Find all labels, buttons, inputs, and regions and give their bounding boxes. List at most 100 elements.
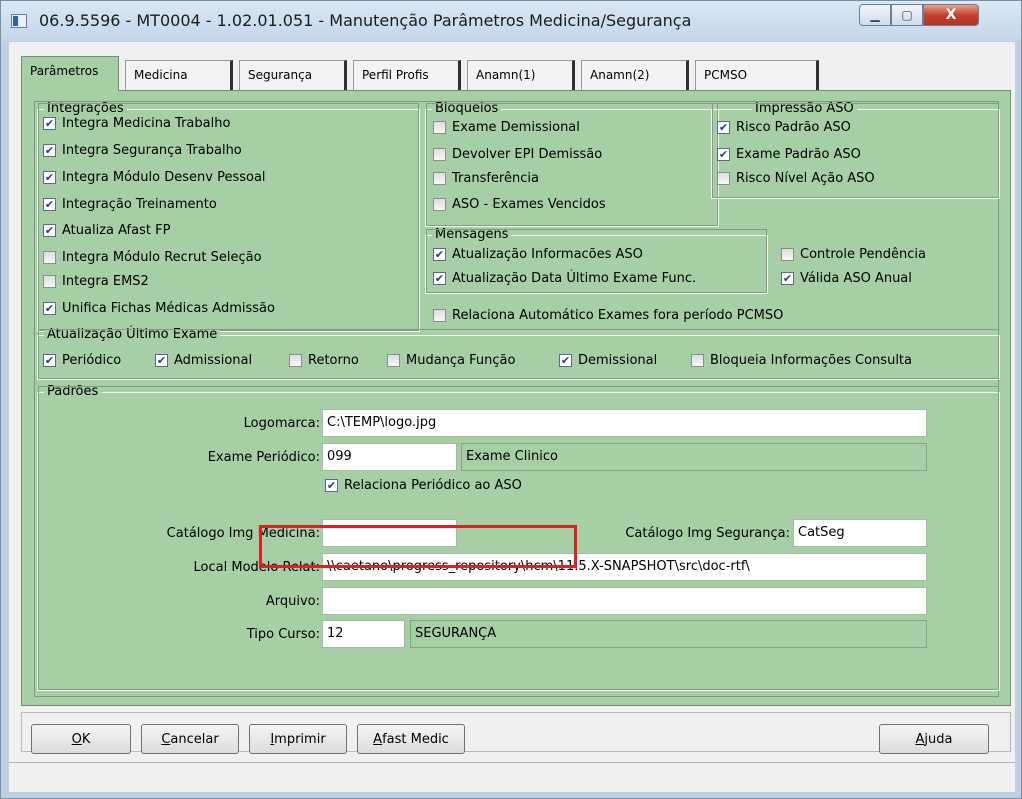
app-icon [11, 14, 27, 28]
tab-pcmso[interactable]: PCMSO [695, 60, 819, 90]
tab-seguranca[interactable]: Segurança [239, 60, 347, 90]
exame-periodico-code-input[interactable]: 099 [322, 443, 457, 471]
chk-integra-medicina[interactable]: ✔ Integra Medicina Trabalho [43, 116, 230, 131]
close-button[interactable]: X [923, 4, 979, 26]
afast-access-key: A [373, 731, 383, 747]
mensagens-title: Mensagens [432, 228, 512, 242]
tab-medicina[interactable]: Medicina [125, 60, 233, 90]
checkbox-icon [433, 172, 446, 185]
chk-integra-ems2[interactable]: Integra EMS2 [43, 274, 149, 289]
chk-bloqueia-informacoes-consulta[interactable]: Bloqueia Informações Consulta [691, 353, 912, 368]
checkbox-label: Bloqueia Informações Consulta [710, 353, 912, 368]
ajuda-label-rest: juda [924, 731, 953, 747]
checkbox-label: Unifica Fichas Médicas Admissão [62, 301, 275, 316]
checkbox-label: Atualização Data Último Exame Func. [452, 271, 697, 286]
window-controls: ▁ ▢ X [859, 4, 979, 26]
chk-relaciona-automatico[interactable]: Relaciona Automático Exames fora período… [433, 308, 783, 323]
chk-exame-demissional[interactable]: Exame Demissional [433, 120, 580, 135]
exame-periodico-description: Exame Clinico [461, 443, 927, 471]
window-title: 06.9.5596 - MT0004 - 1.02.01.051 - Manut… [39, 11, 692, 30]
impressao-aso-title: Impressão ASO [752, 102, 857, 116]
checkbox-icon: ✔ [43, 354, 56, 367]
checkbox-label: Válida ASO Anual [800, 271, 912, 286]
integracoes-group: Integrações [37, 102, 420, 332]
chk-atualiza-afast-fp[interactable]: ✔ Atualiza Afast FP [43, 223, 170, 238]
highlight-box [259, 525, 577, 568]
checkbox-label: Admissional [174, 353, 253, 368]
chk-transferencia[interactable]: Transferência [433, 171, 539, 186]
chk-integracao-treinamento[interactable]: ✔ Integração Treinamento [43, 197, 217, 212]
chk-retorno[interactable]: Retorno [289, 353, 359, 368]
panel-frame: Integrações ✔ Integra Medicina Trabalho ✔… [34, 101, 1000, 697]
chk-integra-recrut-selecao[interactable]: Integra Módulo Recrut Seleção [43, 250, 262, 265]
tab-parametros[interactable]: Parâmetros [21, 56, 119, 91]
maximize-button[interactable]: ▢ [891, 4, 923, 26]
checkbox-label: Exame Padrão ASO [736, 147, 861, 162]
cancelar-button[interactable]: Cancelar [141, 724, 239, 754]
chk-periodico[interactable]: ✔ Periódico [43, 353, 121, 368]
tipo-curso-code-input[interactable]: 12 [322, 620, 405, 648]
chk-demissional[interactable]: ✔ Demissional [559, 353, 657, 368]
checkbox-icon [433, 309, 446, 322]
tab-perfil-profis[interactable]: Perfil Profis [353, 60, 461, 90]
chk-devolver-epi[interactable]: Devolver EPI Demissão [433, 147, 602, 162]
chk-admissional[interactable]: ✔ Admissional [155, 353, 252, 368]
checkbox-label: Periódico [62, 353, 122, 368]
checkbox-icon [43, 251, 56, 264]
chk-relaciona-periodico-aso[interactable]: ✔ Relaciona Periódico ao ASO [325, 478, 522, 493]
chk-risco-nivel-acao-aso[interactable]: Risco Nível Ação ASO [717, 171, 875, 186]
afast-medic-button[interactable]: Afast Medic [357, 724, 465, 754]
checkbox-label: Relaciona Periódico ao ASO [344, 478, 522, 493]
exame-periodico-label: Exame Periódico: [207, 450, 320, 465]
tab-anamn-1[interactable]: Anamn(1) [467, 60, 575, 90]
checkbox-icon: ✔ [43, 224, 56, 237]
chk-exame-padrao-aso[interactable]: ✔ Exame Padrão ASO [717, 147, 861, 162]
checkbox-icon [387, 354, 400, 367]
arquivo-input[interactable] [322, 587, 927, 615]
client-area: Parâmetros Medicina Segurança Perfil Pro… [9, 42, 1015, 792]
chk-aso-exames-vencidos[interactable]: ASO - Exames Vencidos [433, 197, 606, 212]
checkbox-icon: ✔ [43, 144, 56, 157]
afast-label-rest: fast Medic [382, 731, 449, 747]
checkbox-icon [433, 148, 446, 161]
chk-valida-aso-anual[interactable]: ✔ Válida ASO Anual [781, 271, 912, 286]
checkbox-label: Risco Padrão ASO [736, 120, 851, 135]
checkbox-label: Integra Módulo Desenv Pessoal [62, 170, 266, 185]
checkbox-icon [289, 354, 302, 367]
chk-atualizacao-informacoes-aso[interactable]: ✔ Atualização Informacões ASO [433, 247, 643, 262]
tipo-curso-description: SEGURANÇA [410, 620, 927, 648]
application-window: 06.9.5596 - MT0004 - 1.02.01.051 - Manut… [0, 0, 1022, 799]
chk-unifica-fichas[interactable]: ✔ Unifica Fichas Médicas Admissão [43, 301, 275, 316]
ok-button[interactable]: OK [31, 724, 131, 754]
checkbox-icon: ✔ [155, 354, 168, 367]
ok-label-rest: K [81, 731, 91, 747]
checkbox-label: Atualização Informacões ASO [452, 247, 643, 262]
checkbox-label: Integra Medicina Trabalho [62, 116, 231, 131]
logomarca-input[interactable]: C:\TEMP\logo.jpg [322, 409, 927, 437]
imprimir-button[interactable]: Imprimir [249, 724, 347, 754]
parametros-panel: Integrações ✔ Integra Medicina Trabalho ✔… [21, 90, 1011, 706]
checkbox-icon [717, 172, 730, 185]
tab-anamn-2[interactable]: Anamn(2) [581, 60, 689, 90]
integracoes-title: Integrações [44, 102, 127, 116]
chk-integra-desenv-pessoal[interactable]: ✔ Integra Módulo Desenv Pessoal [43, 170, 266, 185]
checkbox-label: ASO - Exames Vencidos [452, 197, 606, 212]
chk-risco-padrao-aso[interactable]: ✔ Risco Padrão ASO [717, 120, 851, 135]
checkbox-icon [691, 354, 704, 367]
checkbox-label: Integra Módulo Recrut Seleção [62, 250, 262, 265]
ajuda-button[interactable]: Ajuda [879, 724, 989, 754]
checkbox-label: Integra Segurança Trabalho [62, 143, 242, 158]
cancelar-label-rest: ancelar [170, 731, 219, 747]
checkbox-icon [781, 248, 794, 261]
checkbox-label: Retorno [308, 353, 359, 368]
checkbox-label: Demissional [578, 353, 658, 368]
minimize-button[interactable]: ▁ [859, 4, 891, 26]
chk-controle-pendencia[interactable]: Controle Pendência [781, 247, 926, 262]
bloqueios-title: Bloqueios [432, 102, 502, 116]
chk-mudanca-funcao[interactable]: Mudança Função [387, 353, 515, 368]
title-bar[interactable]: 06.9.5596 - MT0004 - 1.02.01.051 - Manut… [1, 1, 1021, 41]
checkbox-icon: ✔ [433, 248, 446, 261]
chk-atualizacao-data-ultimo-exame[interactable]: ✔ Atualização Data Último Exame Func. [433, 271, 696, 286]
chk-integra-seguranca[interactable]: ✔ Integra Segurança Trabalho [43, 143, 242, 158]
catalogo-seguranca-input[interactable]: CatSeg [793, 519, 927, 547]
